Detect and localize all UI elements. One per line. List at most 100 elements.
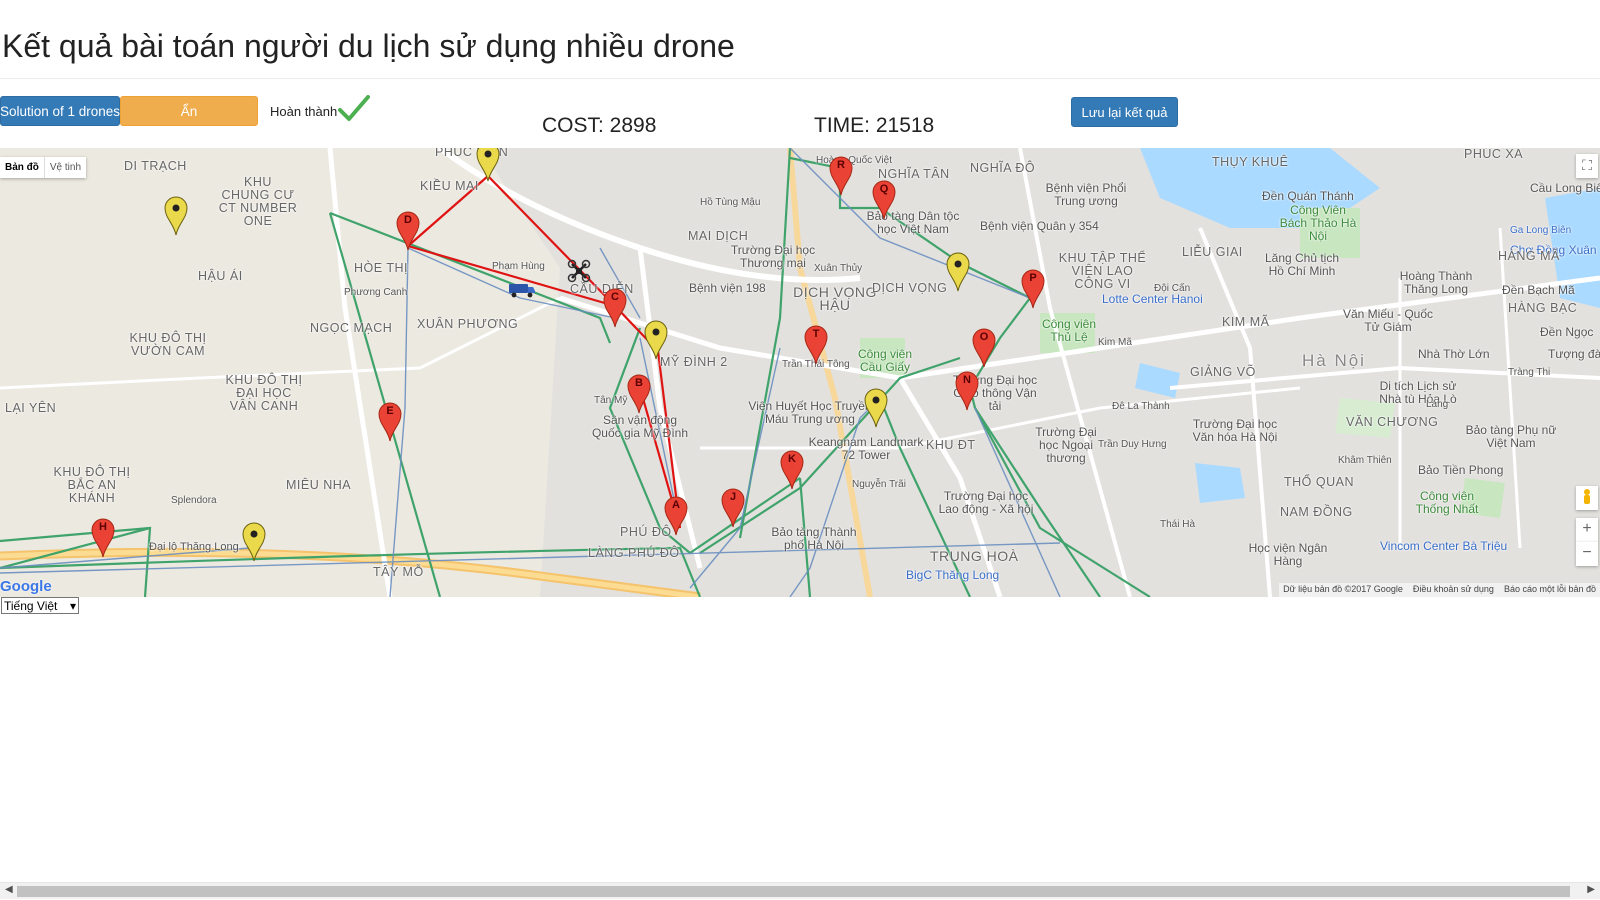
- solution-button[interactable]: Solution of 1 drones: [0, 96, 120, 126]
- zoom-out-button[interactable]: −: [1576, 542, 1598, 566]
- map-label: Đền Quán Thánh: [1262, 189, 1354, 203]
- map-label: LẠI YÊN: [5, 401, 57, 415]
- map-label: Vincom Center Bà Triệu: [1380, 539, 1508, 553]
- map-marker-d[interactable]: D: [396, 211, 420, 251]
- map-label: Công Viên Bách Thảo Hà Nội: [1279, 203, 1357, 243]
- marker-letter: K: [788, 453, 796, 465]
- map-label: Học viện Ngân Hàng: [1248, 541, 1328, 568]
- marker-letter: P: [1029, 272, 1037, 284]
- map-label: MAI DỊCH: [688, 229, 749, 243]
- map-marker-yellow[interactable]: [644, 320, 668, 360]
- map-label: THỔ QUAN: [1284, 475, 1354, 489]
- map-label: LIỄU GIAI: [1182, 245, 1243, 259]
- map[interactable]: Bản đồ Vệ tinh PHÚC DIỄN DI TRẠCH KHU CH…: [0, 148, 1600, 597]
- marker-letter: O: [979, 331, 989, 343]
- map-label: Hoàng Quốc Việt: [816, 155, 892, 166]
- map-label: Bệnh viện Quân y 354: [980, 219, 1099, 233]
- scroll-left-icon[interactable]: ◀: [5, 884, 13, 895]
- time-value: TIME: 21518: [814, 114, 935, 137]
- map-label: Tràng Thi: [1508, 367, 1551, 378]
- cost-value: COST: 2898: [542, 114, 657, 137]
- map-marker-yellow[interactable]: [946, 252, 970, 292]
- marker-letter: N: [963, 374, 971, 386]
- marker-letter: B: [635, 377, 643, 389]
- map-marker-a[interactable]: A: [664, 496, 688, 536]
- map-marker-yellow[interactable]: [476, 148, 500, 182]
- map-label: Lăng Chủ tịch Hồ Chí Minh: [1264, 251, 1340, 278]
- fullscreen-button[interactable]: ⛶: [1576, 154, 1598, 178]
- map-label: Văn Miếu - Quốc Tử Giám: [1342, 307, 1434, 334]
- map-label: Viện Huyết Học Truyền Máu Trung ương: [748, 399, 872, 426]
- horizontal-scrollbar[interactable]: ◀ ▶: [0, 882, 1600, 899]
- map-label: MIÊU NHA: [286, 478, 352, 492]
- map-marker-t[interactable]: T: [804, 325, 828, 365]
- map-label: BigC Thăng Long: [906, 568, 1000, 582]
- pegman-icon[interactable]: [1576, 486, 1598, 510]
- map-label: KIỀU MAI: [420, 179, 479, 193]
- map-label: Nhà Thờ Lớn: [1418, 347, 1490, 361]
- map-type-control[interactable]: Bản đồ Vệ tinh: [0, 157, 87, 178]
- map-label: Phạm Hùng: [492, 261, 545, 272]
- map-label: MỸ ĐÌNH 2: [660, 355, 728, 369]
- map-label: DỊCH VỌNG HẬU: [793, 284, 877, 313]
- marker-letter: H: [99, 521, 107, 533]
- truck-icon: [509, 284, 535, 298]
- zoom-in-button[interactable]: +: [1576, 518, 1598, 542]
- report-error-link[interactable]: Báo cáo một lỗi bản đồ: [1504, 584, 1596, 596]
- map-attribution: Dữ liệu bản đồ ©2017 Google Điều khoản s…: [1279, 583, 1600, 597]
- language-select[interactable]: Tiếng Việt ▾: [1, 597, 79, 614]
- map-label: Tân Mỹ: [594, 395, 628, 406]
- map-label: Trường Đại học Thương mại: [730, 243, 816, 270]
- map-marker-yellow[interactable]: [242, 522, 266, 562]
- map-data-credit: Dữ liệu bản đồ ©2017 Google: [1283, 584, 1403, 594]
- map-label: THỤY KHUÊ: [1212, 155, 1289, 169]
- scroll-right-icon[interactable]: ▶: [1587, 884, 1595, 895]
- map-marker-q[interactable]: Q: [872, 180, 896, 220]
- map-type-map[interactable]: Bản đồ: [0, 157, 44, 178]
- map-marker-o[interactable]: O: [972, 328, 996, 368]
- marker-letter: J: [729, 491, 737, 503]
- map-marker-yellow[interactable]: [164, 196, 188, 236]
- map-label: Trường Đại học Lao động - Xã hội: [938, 489, 1034, 516]
- map-label: Keangnam Landmark 72 Tower: [808, 435, 924, 462]
- map-marker-p[interactable]: P: [1021, 269, 1045, 309]
- map-label: Đội Cấn: [1154, 283, 1191, 294]
- drone-icon: [567, 259, 591, 283]
- map-label: KHU CHUNG CƯ CT NUMBER ONE: [218, 175, 298, 228]
- map-label: Kim Mã: [1098, 337, 1132, 348]
- marker-letter: A: [672, 499, 680, 511]
- map-marker-e[interactable]: E: [378, 402, 402, 442]
- map-label: KHU ĐÔ THỊ VƯỜN CAM: [129, 331, 207, 358]
- map-label: Đê La Thành: [1112, 401, 1170, 412]
- map-marker-j[interactable]: J: [721, 488, 745, 528]
- map-marker-b[interactable]: B: [627, 374, 651, 414]
- map-label: Thái Hà: [1160, 519, 1196, 530]
- map-marker-h[interactable]: H: [91, 518, 115, 558]
- map-marker-r[interactable]: R: [829, 156, 853, 196]
- map-type-satellite[interactable]: Vệ tinh: [43, 157, 86, 178]
- map-marker-n[interactable]: N: [955, 371, 979, 411]
- map-marker-c[interactable]: C: [603, 288, 627, 328]
- language-selected: Tiếng Việt: [4, 598, 58, 613]
- map-label: Phương Canh: [344, 287, 408, 298]
- map-label: NGHĨA ĐÔ: [970, 161, 1036, 175]
- map-label: Nguyễn Trãi: [852, 479, 906, 490]
- map-marker-yellow[interactable]: [864, 388, 888, 428]
- map-label: Bảo Tiền Phong: [1418, 463, 1504, 477]
- map-label: HÀNG BẠC: [1508, 301, 1578, 315]
- map-label: Công viên Thống Nhất: [1415, 489, 1479, 516]
- map-label: Bảo tàng Thành phố Hà Nội: [771, 525, 857, 552]
- map-label: Trường Đại học Ngoại thương: [1035, 425, 1097, 465]
- hide-button[interactable]: Ẩn: [120, 96, 258, 126]
- google-logo: Google: [0, 578, 52, 595]
- scrollbar-thumb[interactable]: [17, 886, 1570, 897]
- map-label: XUÂN PHƯƠNG: [417, 317, 519, 331]
- save-result-button[interactable]: Lưu lại kết quả: [1071, 97, 1178, 127]
- map-label: TÂY MỖ: [373, 565, 424, 579]
- terms-link[interactable]: Điều khoản sử dụng: [1413, 584, 1494, 596]
- map-label: KHU ĐÔ THỊ BẮC AN KHÁNH: [53, 465, 131, 505]
- marker-letter: Q: [879, 183, 889, 195]
- map-marker-k[interactable]: K: [780, 450, 804, 490]
- map-label: Đền Ngọc: [1540, 325, 1594, 339]
- map-label: Công viên Thủ Lệ: [1041, 317, 1097, 344]
